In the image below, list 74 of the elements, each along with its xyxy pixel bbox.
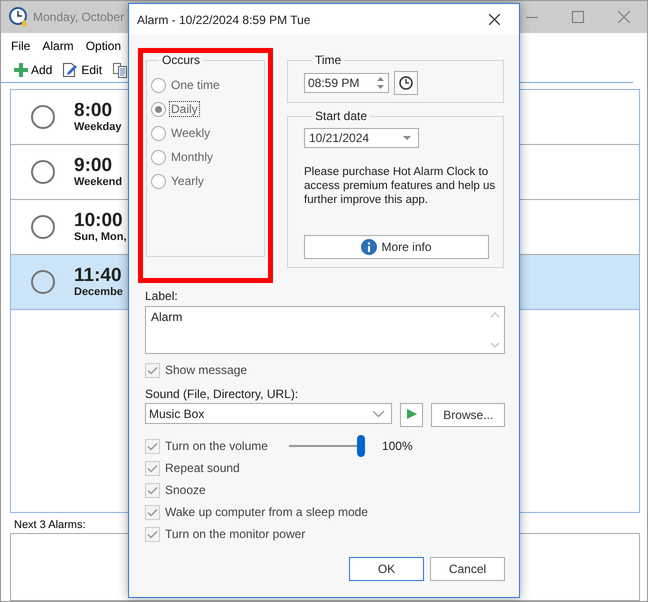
- alarm-detail: Weekday: [74, 121, 122, 134]
- checkbox[interactable]: [145, 504, 160, 520]
- next-alarms-label: Next 3 Alarms:: [14, 519, 87, 532]
- copy-icon[interactable]: [112, 62, 128, 78]
- browse-button[interactable]: Browse...: [431, 403, 506, 427]
- checkbox-label: Snooze: [165, 483, 206, 497]
- time-field[interactable]: 08:59 PM: [304, 73, 389, 93]
- toggle-circle[interactable]: [30, 269, 56, 296]
- clock-button[interactable]: [394, 71, 418, 95]
- checkbox-label: Show message: [165, 363, 248, 377]
- group-legend: Occurs: [159, 53, 204, 67]
- window-title: Monday, October: [33, 10, 124, 24]
- sound-combo[interactable]: Music Box: [145, 403, 392, 424]
- play-icon: [406, 409, 416, 419]
- edit-icon: [62, 62, 78, 78]
- caret-icon: [372, 410, 384, 416]
- checkbox[interactable]: [145, 460, 160, 476]
- radio-button[interactable]: [151, 78, 166, 92]
- radio-button[interactable]: [151, 126, 166, 140]
- group-legend: Start date: [312, 109, 370, 123]
- toggle-circle[interactable]: [30, 159, 56, 186]
- alarm-detail: Decembe: [74, 286, 123, 298]
- maximize-icon[interactable]: [572, 10, 584, 23]
- checkbox-label: Turn on the volume: [165, 439, 268, 453]
- radio-button[interactable]: [151, 174, 166, 188]
- menu-item[interactable]: Option: [80, 36, 128, 57]
- toggle-circle[interactable]: [30, 104, 56, 130]
- menu-item[interactable]: File: [5, 36, 36, 57]
- clock-icon: [9, 6, 29, 27]
- checkbox-label: Wake up computer from a sleep mode: [165, 505, 368, 519]
- play-button[interactable]: [400, 403, 424, 427]
- close-icon[interactable]: [489, 14, 500, 25]
- alarm-time: 8:00: [74, 101, 114, 122]
- slider-thumb[interactable]: [356, 435, 365, 457]
- alarm-time: 10:00: [74, 211, 124, 232]
- cancel-button[interactable]: Cancel: [430, 557, 505, 581]
- alarm-time: 9:00: [74, 156, 114, 176]
- volume-slider[interactable]: [288, 435, 365, 457]
- more-info-button[interactable]: More info: [304, 235, 489, 259]
- radio-label: Monthly: [170, 150, 214, 164]
- checkbox-label: Repeat sound: [165, 461, 240, 475]
- caret-icon: [403, 136, 411, 140]
- checkbox[interactable]: [145, 362, 160, 378]
- sound-caption: Sound (File, Directory, URL):: [145, 387, 300, 401]
- volume-reading: 100%: [382, 439, 413, 453]
- checkbox[interactable]: [145, 482, 160, 498]
- radio-button[interactable]: [151, 150, 166, 164]
- group-legend: Time: [312, 53, 344, 67]
- info-icon: [361, 239, 378, 255]
- label-caption: Label:: [145, 289, 179, 303]
- toggle-circle[interactable]: [30, 214, 56, 240]
- toolbar-button[interactable]: Edit: [59, 60, 106, 80]
- radio-label: Weekly: [170, 126, 212, 140]
- date-dropdown[interactable]: 10/21/2024: [304, 128, 419, 148]
- ok-button[interactable]: OK: [349, 557, 424, 581]
- alarm-detail: Weekend: [74, 176, 122, 188]
- radio-label: Daily: [170, 102, 199, 116]
- toolbar-button[interactable]: Add: [11, 60, 56, 79]
- plus-icon: [14, 62, 28, 77]
- dialog-title: Alarm - 10/22/2024 8:59 PM Tue: [137, 12, 310, 26]
- scroll-arrows-icon[interactable]: [489, 310, 501, 350]
- alarm-time: 11:40: [74, 266, 123, 286]
- spin-arrows-icon[interactable]: [377, 77, 384, 89]
- radio-label: One time: [170, 78, 221, 92]
- radio-button[interactable]: [151, 102, 166, 116]
- checkbox[interactable]: [145, 438, 160, 454]
- purchase-note: Please purchase Hot Alarm Clock to access premium features and help us further improve this app.: [304, 165, 496, 207]
- checkbox-label: Turn on the monitor power: [165, 527, 306, 541]
- radio-label: Yearly: [170, 174, 205, 188]
- clock-icon: [399, 76, 413, 90]
- menu-item[interactable]: Alarm: [36, 36, 80, 57]
- checkbox[interactable]: [145, 526, 160, 542]
- label-field[interactable]: Alarm: [145, 306, 505, 354]
- alarm-detail: Sun, Mon,: [74, 231, 127, 244]
